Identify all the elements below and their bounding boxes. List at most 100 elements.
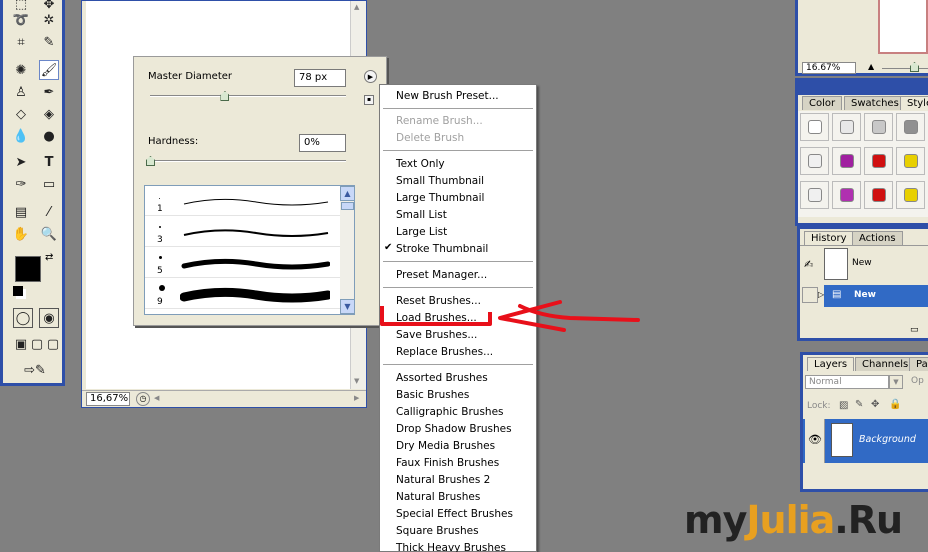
tab-actions[interactable]: Actions bbox=[852, 231, 903, 245]
magic-wand-tool-icon[interactable]: ✲ bbox=[39, 10, 59, 30]
menu-item-preset-manager[interactable]: Preset Manager... bbox=[396, 268, 487, 282]
screen-mode-full-icon[interactable]: ▢ bbox=[43, 334, 63, 354]
paint-bucket-tool-icon[interactable]: ◈ bbox=[39, 104, 59, 124]
dodge-tool-icon[interactable]: ● bbox=[39, 126, 59, 146]
brush-tool-icon[interactable]: 🖌 bbox=[39, 60, 59, 80]
menu-item-small-list[interactable]: Small List bbox=[396, 208, 447, 222]
eyedropper-tool-icon[interactable]: ⁄ bbox=[39, 202, 59, 222]
pen-tool-icon[interactable]: ✑ bbox=[11, 174, 31, 194]
tab-paths[interactable]: Pat bbox=[909, 357, 928, 371]
blend-mode-select[interactable]: Normal bbox=[805, 375, 889, 389]
tab-styles[interactable]: Style bbox=[900, 96, 928, 110]
menu-item-dry-media-brushes[interactable]: Dry Media Brushes bbox=[396, 439, 495, 453]
style-swatch[interactable] bbox=[896, 113, 925, 141]
new-preset-icon[interactable]: ▪ bbox=[364, 95, 374, 105]
blur-tool-icon[interactable]: 💧 bbox=[11, 126, 31, 146]
menu-item-rename-brush[interactable]: Rename Brush... bbox=[396, 114, 483, 128]
tab-layers[interactable]: Layers bbox=[807, 357, 855, 371]
hardness-slider-track[interactable] bbox=[150, 160, 346, 162]
menu-item-calligraphic-brushes[interactable]: Calligraphic Brushes bbox=[396, 405, 504, 419]
menu-item-basic-brushes[interactable]: Basic Brushes bbox=[396, 388, 469, 402]
standard-mode-icon[interactable]: ◯ bbox=[13, 308, 33, 328]
brush-preset-row[interactable]: 9 bbox=[145, 279, 340, 309]
panel-menu-arrow-icon[interactable]: ▶ bbox=[364, 70, 377, 83]
brush-preset-row[interactable]: 1 bbox=[145, 186, 340, 216]
style-swatch[interactable] bbox=[832, 181, 861, 209]
brush-preset-row[interactable]: 3 bbox=[145, 217, 340, 247]
type-tool-icon[interactable]: T bbox=[39, 152, 59, 172]
tab-history[interactable]: History bbox=[804, 231, 854, 245]
menu-item-drop-shadow-brushes[interactable]: Drop Shadow Brushes bbox=[396, 422, 512, 436]
swap-colors-icon[interactable]: ⇄ bbox=[45, 252, 53, 263]
style-swatch[interactable] bbox=[864, 113, 893, 141]
eraser-tool-icon[interactable]: ◇ bbox=[11, 104, 31, 124]
navigator-zoom-slider-thumb[interactable] bbox=[910, 62, 919, 72]
brush-preset-list[interactable]: 1 3 5 9 ▲ ▼ bbox=[144, 185, 355, 315]
layer-name[interactable]: Background bbox=[859, 434, 916, 445]
scroll-right-arrow-icon[interactable]: ▶ bbox=[354, 394, 359, 402]
history-brush-tool-icon[interactable]: ✒ bbox=[39, 82, 59, 102]
foreground-color-swatch[interactable] bbox=[15, 256, 41, 282]
menu-item-square-brushes[interactable]: Square Brushes bbox=[396, 524, 479, 538]
master-diameter-input[interactable]: 78 px bbox=[294, 69, 346, 87]
zoom-out-icon[interactable]: ▲ bbox=[868, 62, 874, 71]
chevron-down-icon[interactable]: ▼ bbox=[889, 375, 903, 389]
menu-item-new-brush-preset[interactable]: New Brush Preset... bbox=[396, 89, 499, 103]
style-swatch[interactable] bbox=[864, 181, 893, 209]
shape-tool-icon[interactable]: ▭ bbox=[39, 174, 59, 194]
history-brush-source-box[interactable] bbox=[802, 287, 818, 303]
style-swatch[interactable] bbox=[800, 181, 829, 209]
hand-tool-icon[interactable]: ✋ bbox=[11, 224, 31, 244]
master-diameter-slider-thumb[interactable] bbox=[220, 91, 230, 101]
style-swatch[interactable] bbox=[800, 147, 829, 175]
menu-item-large-list[interactable]: Large List bbox=[396, 225, 447, 239]
clone-stamp-tool-icon[interactable]: ♙ bbox=[11, 82, 31, 102]
menu-item-special-effect-brushes[interactable]: Special Effect Brushes bbox=[396, 507, 513, 521]
style-swatch[interactable] bbox=[896, 147, 925, 175]
zoom-tool-icon[interactable]: 🔍 bbox=[39, 224, 59, 244]
menu-item-assorted-brushes[interactable]: Assorted Brushes bbox=[396, 371, 488, 385]
lock-all-icon[interactable]: 🔒 bbox=[889, 399, 901, 410]
tab-swatches[interactable]: Swatches bbox=[844, 96, 906, 110]
lock-transparency-icon[interactable]: ▨ bbox=[839, 400, 848, 411]
lasso-tool-icon[interactable]: ➰ bbox=[11, 10, 31, 30]
brush-list-scroll-up-icon[interactable]: ▲ bbox=[340, 186, 354, 201]
slice-tool-icon[interactable]: ✎ bbox=[39, 32, 59, 52]
hardness-slider-thumb[interactable] bbox=[146, 156, 155, 166]
navigator-preview[interactable] bbox=[878, 0, 928, 54]
menu-item-large-thumbnail[interactable]: Large Thumbnail bbox=[396, 191, 484, 205]
navigator-zoom-slider-track[interactable] bbox=[882, 68, 928, 69]
current-state-slider-icon[interactable]: ▷ bbox=[818, 290, 824, 299]
scroll-down-arrow-icon[interactable]: ▼ bbox=[354, 377, 359, 385]
navigator-zoom-field[interactable]: 16.67% bbox=[802, 62, 856, 74]
brush-list-scroll-down-icon[interactable]: ▼ bbox=[340, 299, 354, 314]
brush-list-scroll-thumb[interactable] bbox=[341, 202, 354, 210]
style-swatch[interactable] bbox=[864, 147, 893, 175]
menu-item-small-thumbnail[interactable]: Small Thumbnail bbox=[396, 174, 484, 188]
scroll-up-arrow-icon[interactable]: ▲ bbox=[354, 3, 359, 11]
jump-to-imageready-icon[interactable]: ⇨✎ bbox=[15, 360, 55, 380]
menu-item-thick-heavy-brushes[interactable]: Thick Heavy Brushes bbox=[396, 541, 506, 552]
style-swatch[interactable] bbox=[832, 113, 861, 141]
eye-icon[interactable]: 👁 bbox=[808, 433, 822, 446]
style-swatch[interactable] bbox=[800, 113, 829, 141]
default-colors-icon[interactable] bbox=[13, 286, 23, 296]
master-diameter-slider-track[interactable] bbox=[150, 95, 346, 97]
healing-brush-tool-icon[interactable]: ✺ bbox=[11, 60, 31, 80]
menu-item-replace-brushes[interactable]: Replace Brushes... bbox=[396, 345, 493, 359]
zoom-level-field[interactable]: 16,67% bbox=[86, 392, 130, 406]
crop-tool-icon[interactable]: ⌗ bbox=[11, 32, 31, 52]
layer-row-background[interactable]: 👁 Background bbox=[803, 419, 928, 463]
history-snapshot-row[interactable]: ✍ New bbox=[800, 245, 928, 289]
brush-preset-row[interactable]: 5 bbox=[145, 248, 340, 278]
tab-color[interactable]: Color bbox=[802, 96, 843, 110]
menu-item-delete-brush[interactable]: Delete Brush bbox=[396, 131, 464, 145]
style-swatch[interactable] bbox=[832, 147, 861, 175]
history-state-row[interactable]: ▤ New bbox=[824, 285, 928, 307]
history-brush-source-icon[interactable]: ✍ bbox=[804, 258, 813, 271]
brush-list-scrollbar[interactable]: ▲ ▼ bbox=[340, 186, 354, 314]
menu-item-natural-brushes-2[interactable]: Natural Brushes 2 bbox=[396, 473, 490, 487]
menu-item-text-only[interactable]: Text Only bbox=[396, 157, 445, 171]
status-info-icon[interactable]: ◷ bbox=[136, 392, 150, 406]
lock-image-icon[interactable]: ✎ bbox=[855, 399, 863, 410]
